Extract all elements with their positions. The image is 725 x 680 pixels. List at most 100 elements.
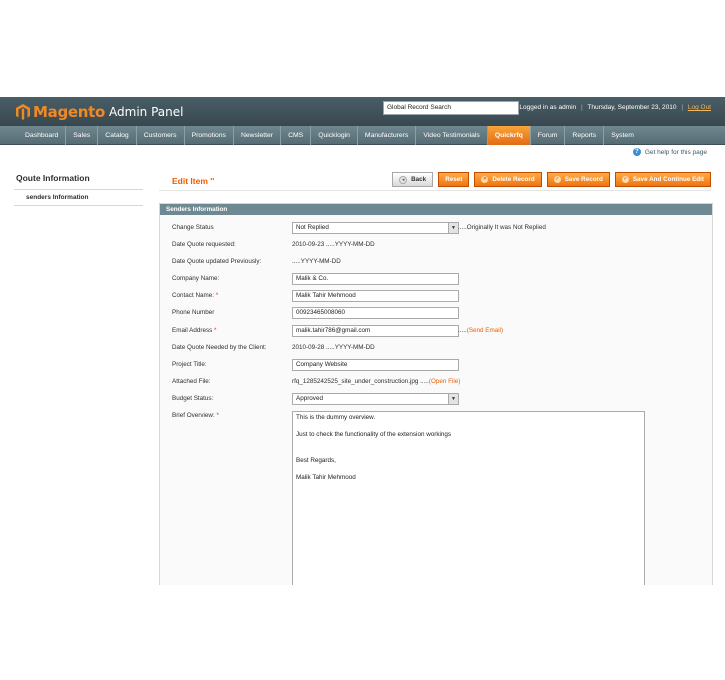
- logout-link[interactable]: Log Out: [688, 104, 711, 111]
- date-requested-value: 2010-09-23 .....YYYY-MM-DD: [292, 241, 375, 248]
- nav-quicklogin[interactable]: Quicklogin: [311, 126, 358, 145]
- original-status-note: .....Originally It was Not Replied: [458, 224, 546, 231]
- delete-record-button[interactable]: ✕ Delete Record: [474, 172, 542, 187]
- overview-line: [296, 448, 641, 457]
- date-needed-label: Date Quote Needed by the Client:: [172, 344, 267, 351]
- overview-line: [296, 465, 641, 474]
- magento-logo-icon: [16, 104, 30, 120]
- required-marker: *: [214, 327, 217, 334]
- logo-subtitle: Admin Panel: [109, 105, 184, 119]
- nav-system[interactable]: System: [604, 126, 641, 145]
- nav-newsletter[interactable]: Newsletter: [234, 126, 282, 145]
- header-user-info: Logged in as admin | Thursday, September…: [519, 104, 711, 111]
- nav-video-testimonials[interactable]: Video Testimonials: [416, 126, 488, 145]
- sidebar-title: Qoute Information: [16, 173, 90, 183]
- budget-label: Budget Status:: [172, 395, 214, 402]
- open-file-link[interactable]: (Open File): [429, 378, 461, 385]
- help-icon: ?: [632, 148, 641, 156]
- company-label: Company Name:: [172, 275, 220, 282]
- company-name-input[interactable]: Malik & Co.: [292, 273, 459, 285]
- help-link[interactable]: ? Get help for this page: [632, 148, 707, 156]
- nav-promotions[interactable]: Promotions: [185, 126, 234, 145]
- magento-logo[interactable]: Magento Admin Panel: [16, 103, 183, 121]
- nav-quickrfq[interactable]: Quickrfq: [487, 126, 531, 145]
- brief-overview-textarea[interactable]: This is the dummy overview. Just to chec…: [292, 411, 645, 585]
- separator: |: [681, 104, 684, 111]
- save-continue-icon: ✓: [621, 176, 629, 183]
- date-updated-label: Date Quote updated Previously:: [172, 258, 262, 265]
- required-marker: *: [215, 292, 219, 299]
- nav-manufacturers[interactable]: Manufacturers: [358, 126, 417, 145]
- project-label: Project Title:: [172, 361, 207, 368]
- nav-forum[interactable]: Forum: [531, 126, 566, 145]
- date-updated-value: .....YYYY-MM-DD: [292, 258, 341, 265]
- change-status-label: Change Status: [172, 224, 214, 231]
- date-requested-label: Date Quote requested:: [172, 241, 236, 248]
- page-title: Edit Item '': [172, 176, 215, 186]
- phone-label: Phone Number: [172, 309, 215, 316]
- nav-cms[interactable]: CMS: [281, 126, 312, 145]
- admin-page: Magento Admin Panel Global Record Search…: [0, 97, 725, 585]
- header-date: Thursday, September 23, 2010: [587, 104, 677, 111]
- budget-status-select[interactable]: Approved ▼: [292, 393, 459, 405]
- overview-line: Best Regards,: [296, 456, 336, 464]
- admin-header: Magento Admin Panel Global Record Search…: [0, 97, 725, 126]
- delete-icon: ✕: [481, 176, 489, 183]
- attached-file-value: rfq_1285242525_site_under_construction.j…: [292, 376, 460, 388]
- help-text: Get help for this page: [644, 148, 707, 156]
- phone-number-input[interactable]: 00923465008060: [292, 307, 459, 319]
- chevron-down-icon: ▼: [448, 394, 458, 404]
- send-email-prefix: .....: [458, 327, 467, 334]
- overview-label: Brief Overview: *: [172, 410, 292, 422]
- email-address-input[interactable]: malik.tahir786@gmail.com: [292, 325, 459, 337]
- separator: |: [580, 104, 583, 111]
- reset-label: Reset: [445, 176, 463, 183]
- save-and-continue-button[interactable]: ✓ Save And Continue Edit: [614, 172, 711, 187]
- back-label: Back: [411, 176, 427, 183]
- overview-line: This is the dummy overview.: [296, 414, 376, 421]
- change-status-select[interactable]: Not Replied ▼: [292, 222, 459, 234]
- contact-name-input[interactable]: Malik Tahir Mehmood: [292, 290, 459, 302]
- contact-label: Contact Name: *: [172, 290, 292, 302]
- sidebar-tab-label: senders Information: [26, 194, 89, 201]
- form-buttons: ◂ Back Reset ✕ Delete Record ✓ Save Record …: [387, 172, 711, 187]
- send-email-link[interactable]: (Send Email): [467, 327, 503, 334]
- attached-file-name: rfq_1285242525_site_under_construction.j…: [292, 378, 419, 385]
- nav-sales[interactable]: Sales: [66, 126, 99, 145]
- required-marker: *: [216, 412, 219, 419]
- attached-file-label: Attached File:: [172, 378, 211, 385]
- contact-label-text: Contact Name:: [172, 292, 214, 299]
- nav-reports[interactable]: Reports: [565, 126, 605, 145]
- email-label-text: Email Address: [172, 327, 213, 334]
- reset-button[interactable]: Reset: [438, 172, 470, 187]
- nav-customers[interactable]: Customers: [137, 126, 185, 145]
- section-title: Senders Information: [160, 204, 712, 215]
- overview-line: [296, 440, 641, 449]
- overview-label-text: Brief Overview:: [172, 412, 215, 419]
- budget-status-value: Approved: [296, 395, 323, 402]
- date-needed-value: 2010-09-28 .....YYYY-MM-DD: [292, 344, 375, 351]
- overview-line: Just to check the functionality of the e…: [296, 431, 452, 438]
- overview-line: [296, 423, 641, 432]
- save-icon: ✓: [553, 176, 561, 183]
- nav-dashboard[interactable]: Dashboard: [18, 126, 67, 145]
- nav-catalog[interactable]: Catalog: [98, 126, 137, 145]
- save-label: Save Record: [564, 176, 603, 183]
- overview-line: Malik Tahir Mehmood: [296, 473, 356, 481]
- chevron-down-icon: ▼: [448, 223, 458, 233]
- logged-in-text: Logged in as admin: [519, 104, 577, 111]
- back-arrow-icon: ◂: [399, 175, 408, 184]
- open-file-prefix: .....: [420, 378, 429, 385]
- email-label: Email Address *: [172, 325, 292, 337]
- global-search-input[interactable]: Global Record Search: [383, 101, 519, 115]
- logo-text: Magento: [33, 103, 106, 121]
- content-header: Edit Item '' ◂ Back Reset ✕ Delete Record …: [159, 172, 711, 191]
- senders-information-fieldset: Senders Information Change Status Not Re…: [159, 203, 713, 585]
- save-continue-label: Save And Continue Edit: [632, 176, 704, 183]
- sidebar-tab-senders-information[interactable]: senders Information: [14, 189, 143, 206]
- delete-label: Delete Record: [492, 176, 535, 183]
- main-nav: Dashboard Sales Catalog Customers Promot…: [0, 126, 725, 145]
- project-title-input[interactable]: Company Website: [292, 359, 459, 371]
- save-record-button[interactable]: ✓ Save Record: [546, 172, 610, 187]
- back-button[interactable]: ◂ Back: [392, 172, 434, 187]
